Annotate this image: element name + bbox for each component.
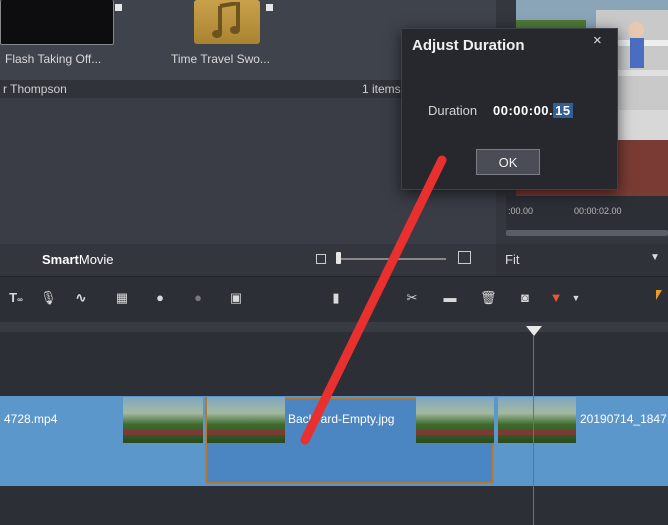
clip-name-right: 20190714_1847 (580, 412, 667, 426)
smartmovie-rest: Movie (78, 252, 114, 267)
pointer-icon[interactable] (656, 290, 662, 300)
library-item-count: 1 items (362, 82, 401, 96)
duration-label: Duration (428, 103, 478, 118)
preview-scrub-bar[interactable] (506, 230, 668, 236)
ruler-time-start: :00.00 (508, 206, 534, 216)
split-icon[interactable]: ▬ (442, 290, 458, 306)
dialog-title: Adjust Duration (412, 37, 525, 54)
library-item-label: Flash Taking Off... (5, 52, 102, 66)
audio-wave-icon[interactable]: ∿ (73, 290, 89, 306)
trash-icon[interactable]: 🗑︎ (480, 290, 497, 306)
duration-prefix: 00:00:00. (493, 103, 554, 118)
item-flag-icon (266, 4, 273, 11)
clip-thumbnail (416, 397, 494, 443)
library-item-label: Time Travel Swo... (171, 52, 270, 66)
zoom-slider-handle[interactable] (336, 252, 341, 264)
image-icon[interactable]: ▣ (228, 290, 244, 306)
smartmovie-button[interactable]: SmartMovie (42, 252, 114, 267)
text-tool-label: T (9, 290, 18, 305)
library-item-thumbnail-music[interactable] (194, 0, 260, 44)
ok-button[interactable]: OK (476, 149, 540, 175)
effects-icon[interactable]: ✂ (404, 290, 420, 306)
disc-icon[interactable]: ● (190, 290, 206, 306)
clip-name-left: 4728.mp4 (4, 412, 58, 426)
preview-time-ruler[interactable]: :00.00 00:00:02.00 (506, 196, 668, 236)
fit-dropdown[interactable]: Fit (505, 252, 519, 267)
close-icon[interactable]: × (593, 32, 602, 49)
playhead-line[interactable] (533, 336, 534, 525)
library-item-thumbnail-flash[interactable] (0, 0, 122, 45)
chevron-down-icon[interactable]: ▼ (650, 252, 660, 263)
music-note-icon (212, 2, 240, 38)
duration-input[interactable]: 00:00:00. 15 (493, 103, 573, 118)
record-marker-icon[interactable]: ▼ (548, 290, 564, 306)
grid-icon[interactable]: ▦ (114, 290, 130, 306)
microphone-icon[interactable]: 🎙︎ (40, 290, 57, 306)
item-flag-icon (115, 4, 122, 11)
clip-thumbnail (123, 397, 203, 443)
marker-icon[interactable]: ▮ (328, 290, 344, 306)
clip-name-selected: Backyard-Empty.jpg (288, 412, 395, 426)
clip-thumbnail (498, 397, 576, 443)
text-icon[interactable]: T∞ (8, 290, 24, 306)
ruler-time-mid: 00:00:02.00 (574, 206, 622, 216)
zoom-slider-track[interactable] (336, 258, 446, 260)
smartmovie-bold: Smart (42, 252, 79, 267)
clip-thumbnail (207, 397, 285, 443)
duration-selected-field[interactable]: 15 (553, 103, 573, 118)
camera-icon[interactable]: ◙ (517, 290, 533, 306)
playhead-handle[interactable] (526, 326, 542, 336)
chevron-down-icon[interactable]: ▼ (568, 290, 584, 306)
timeline-ruler[interactable] (0, 322, 668, 332)
zoom-out-icon[interactable] (316, 254, 326, 264)
globe-icon[interactable]: ● (152, 290, 168, 306)
zoom-in-icon[interactable] (458, 251, 471, 264)
library-artist-text: r Thompson (3, 82, 67, 96)
fit-bar (496, 244, 668, 276)
